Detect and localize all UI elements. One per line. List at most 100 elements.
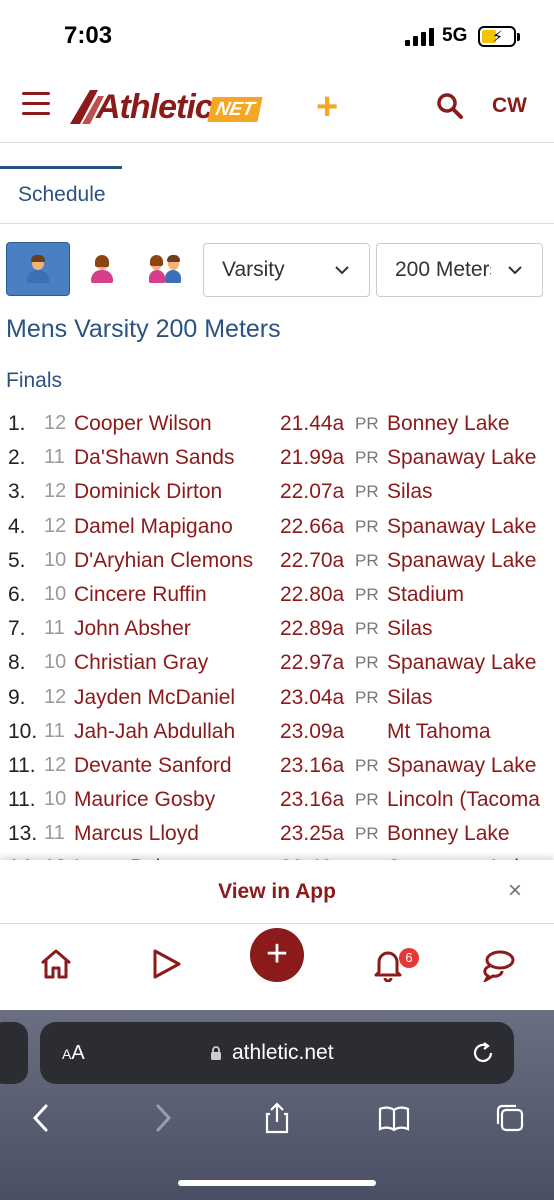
school-name-link[interactable]: Spanaway Lake — [387, 515, 536, 539]
tab-schedule[interactable]: Schedule — [18, 183, 106, 207]
result-time-link[interactable]: 23.16a — [280, 754, 344, 778]
athlete-name-link[interactable]: Damel Mapigano — [74, 515, 233, 539]
result-row: 4. 12 Damel Mapigano 22.66a PR Spanaway Lake — [0, 509, 554, 543]
bottom-nav: + 6 — [0, 924, 554, 1010]
school-name-link[interactable]: Bonney Lake — [387, 822, 510, 846]
event-title: Mens Varsity 200 Meters — [6, 315, 281, 343]
result-row: 7. 11 John Absher 22.89a PR Silas — [0, 611, 554, 645]
result-grade: 11 — [44, 617, 65, 640]
result-place: 4. — [8, 514, 26, 538]
school-name-link[interactable]: Spanaway Lake — [387, 549, 536, 573]
battery-icon: ⚡ — [478, 26, 516, 47]
previous-tab-peek[interactable] — [0, 1022, 28, 1084]
athlete-name-link[interactable]: John Absher — [74, 617, 191, 641]
result-place: 1. — [8, 412, 26, 435]
athletic-net-logo[interactable]: Athletic NET + — [68, 84, 350, 128]
pr-badge: PR — [355, 824, 379, 844]
close-icon[interactable]: × — [508, 877, 522, 905]
result-time-link[interactable]: 22.70a — [280, 549, 344, 573]
result-place: 9. — [8, 685, 26, 709]
result-time-link[interactable]: 23.16a — [280, 788, 344, 812]
event-select-value: 200 Meters — [395, 258, 491, 281]
tabs-icon[interactable] — [494, 1102, 526, 1134]
result-place: 10. — [8, 719, 38, 743]
result-time-link[interactable]: 22.80a — [280, 583, 344, 607]
view-in-app-button[interactable]: View in App — [0, 880, 554, 904]
school-name-link[interactable]: Mt Tahoma — [387, 720, 491, 744]
athlete-name-link[interactable]: Christian Gray — [74, 651, 208, 675]
school-name-link[interactable]: Spanaway Lake — [387, 651, 536, 675]
filter-womens-button[interactable] — [70, 242, 134, 296]
hamburger-icon[interactable] — [22, 92, 50, 116]
school-name-link[interactable]: Lincoln (Tacoma — [387, 788, 540, 812]
level-select[interactable]: Varsity — [203, 243, 370, 297]
athlete-name-link[interactable]: Jayden McDaniel — [74, 686, 235, 710]
chevron-down-icon — [507, 262, 523, 278]
result-time-link[interactable]: 23.09a — [280, 720, 344, 744]
app-header: Athletic NET + CW — [0, 70, 554, 142]
home-indicator — [178, 1180, 376, 1186]
book-icon[interactable] — [378, 1102, 410, 1134]
result-row: 13. 11 Marcus Lloyd 23.25a PR Bonney Lake — [0, 816, 554, 850]
result-row: 1. 12 Cooper Wilson 21.44a PR Bonney Lake — [0, 406, 554, 440]
forward-icon[interactable] — [146, 1102, 178, 1134]
athlete-name-link[interactable]: Cincere Ruffin — [74, 583, 207, 607]
tab-strip: Schedule — [0, 142, 554, 224]
play-icon[interactable] — [148, 946, 184, 982]
result-place: 7. — [8, 617, 26, 641]
result-row: 9. 12 Jayden McDaniel 23.04a PR Silas — [0, 680, 554, 714]
result-grade: 10 — [44, 651, 67, 674]
athlete-name-link[interactable]: Dominick Dirton — [74, 480, 222, 504]
result-row: 3. 12 Dominick Dirton 22.07a PR Silas — [0, 474, 554, 508]
athlete-name-link[interactable]: Jah-Jah Abdullah — [74, 720, 235, 744]
filter-combined-button[interactable] — [134, 242, 198, 296]
result-time-link[interactable]: 21.44a — [280, 412, 344, 436]
result-time-link[interactable]: 23.04a — [280, 686, 344, 710]
school-name-link[interactable]: Stadium — [387, 583, 464, 607]
athlete-name-link[interactable]: Marcus Lloyd — [74, 822, 199, 846]
athlete-name-link[interactable]: D'Aryhian Clemons — [74, 549, 253, 573]
male-person-icon — [25, 255, 51, 283]
pr-badge: PR — [355, 550, 379, 570]
result-time-link[interactable]: 22.89a — [280, 617, 344, 641]
battery-nub — [517, 33, 520, 41]
result-time-link[interactable]: 22.07a — [280, 480, 344, 504]
result-grade: 12 — [44, 753, 67, 776]
result-time-link[interactable]: 21.99a — [280, 446, 344, 470]
user-initials[interactable]: CW — [492, 94, 527, 118]
chat-icon[interactable] — [480, 946, 516, 982]
result-time-link[interactable]: 23.25a — [280, 822, 344, 846]
school-name-link[interactable]: Silas — [387, 480, 433, 504]
add-button[interactable]: + — [250, 928, 304, 982]
home-icon[interactable] — [38, 946, 74, 982]
result-row: 11. 12 Devante Sanford 23.16a PR Spanaway Lak… — [0, 748, 554, 782]
active-tab-indicator — [0, 166, 122, 169]
status-time: 7:03 — [64, 22, 113, 49]
school-name-link[interactable]: Spanaway Lake — [387, 754, 536, 778]
pr-badge: PR — [355, 414, 379, 433]
back-icon[interactable] — [26, 1102, 58, 1134]
result-time-link[interactable]: 22.97a — [280, 651, 344, 675]
share-icon[interactable] — [261, 1102, 293, 1134]
result-row: 6. 10 Cincere Ruffin 22.80a PR Stadium — [0, 577, 554, 611]
search-icon[interactable] — [436, 92, 464, 120]
school-name-link[interactable]: Silas — [387, 686, 433, 710]
athlete-name-link[interactable]: Da'Shawn Sands — [74, 446, 234, 470]
logo-net-badge: NET — [207, 97, 263, 122]
reader-settings-button[interactable]: AAAA — [62, 1042, 85, 1065]
pr-badge: PR — [355, 448, 379, 468]
athlete-name-link[interactable]: Devante Sanford — [74, 754, 232, 778]
filter-mens-button[interactable] — [6, 242, 70, 296]
reload-icon[interactable] — [470, 1040, 496, 1066]
athlete-name-link[interactable]: Maurice Gosby — [74, 788, 215, 812]
result-time-link[interactable]: 22.66a — [280, 515, 344, 539]
event-select[interactable]: 200 Meters — [376, 243, 543, 297]
school-name-link[interactable]: Silas — [387, 617, 433, 641]
school-name-link[interactable]: Bonney Lake — [387, 412, 510, 436]
url-bar[interactable]: AAAA athletic.net — [40, 1022, 514, 1084]
round-label: Finals — [6, 369, 63, 392]
result-place: 5. — [8, 548, 26, 572]
result-row: 8. 10 Christian Gray 22.97a PR Spanaway Lake — [0, 645, 554, 679]
school-name-link[interactable]: Spanaway Lake — [387, 446, 536, 470]
athlete-name-link[interactable]: Cooper Wilson — [74, 412, 212, 436]
